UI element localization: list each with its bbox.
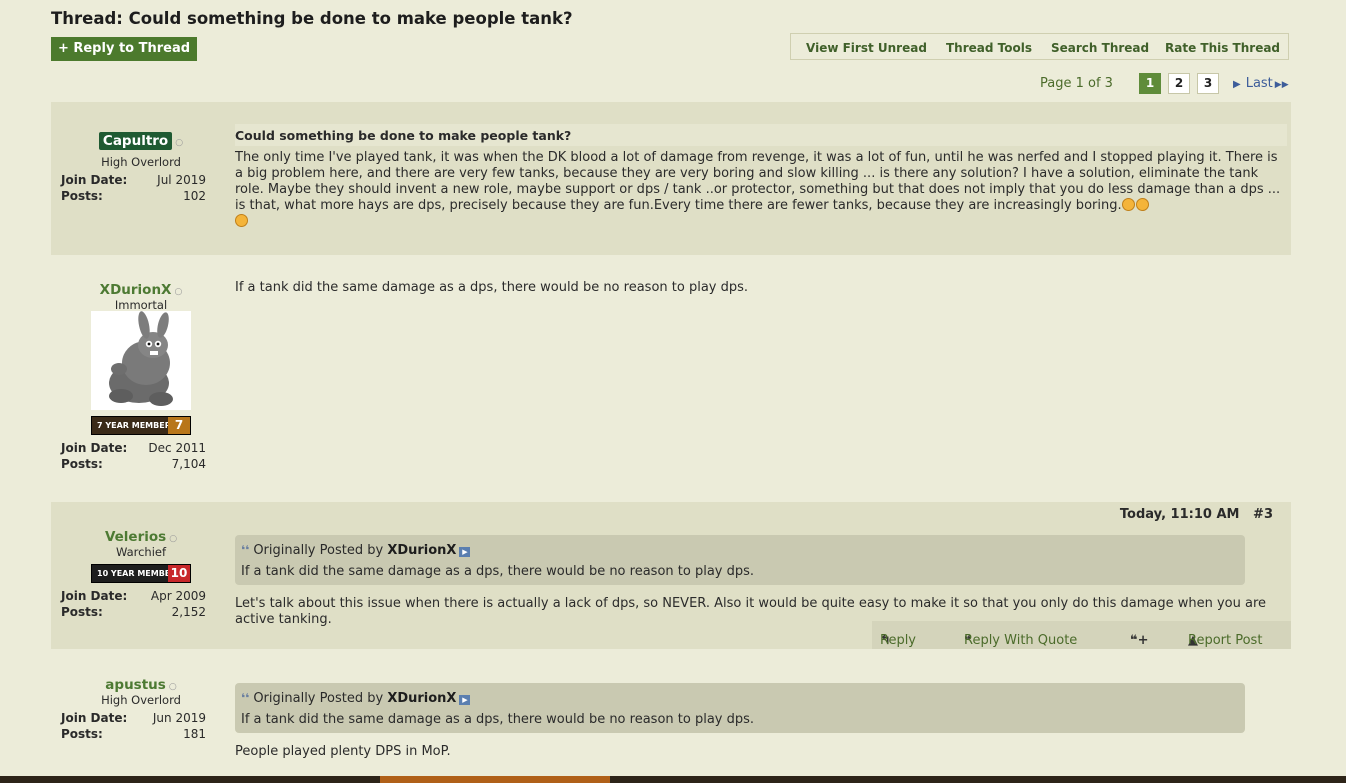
rate-thread-menu[interactable]: Rate This Thread: [1165, 41, 1280, 55]
join-date-label: Join Date:: [61, 589, 128, 603]
offline-status-icon: ○: [169, 534, 178, 544]
post-title: Could something be done to make people t…: [235, 128, 572, 143]
thread-tools-menu[interactable]: Thread Tools: [946, 41, 1032, 55]
post-body: People played plenty DPS in MoP.: [235, 744, 451, 759]
post-count-label: Posts:: [61, 189, 103, 203]
quote-icon: ❛❛: [241, 691, 250, 705]
last-page-label: Last: [1245, 76, 1273, 91]
post-1: Capultro ○ High Overlord Join Date: Jul 20…: [51, 102, 1291, 255]
smiley-tongue-icon: [1121, 198, 1135, 211]
quote-author: XDurionX: [387, 691, 457, 706]
quote-prefix: Originally Posted by: [253, 543, 384, 558]
join-date-label: Join Date:: [61, 173, 128, 187]
post-body: If a tank did the same damage as a dps, …: [235, 280, 749, 295]
quote-text: If a tank did the same damage as a dps, …: [241, 564, 755, 579]
join-date-value: Apr 2009: [150, 589, 206, 603]
thread-page: Thread: Could something be done to make …: [51, 0, 1291, 783]
post-3: Today, 11:10 AM #3 Velerios ○ Warchief 10…: [51, 502, 1291, 649]
join-date-value: Dec 2011: [148, 441, 206, 455]
post-count-value: 181: [183, 727, 206, 741]
smiley-tongue-icon: [1135, 198, 1149, 211]
quote-text: If a tank did the same damage as a dps, …: [241, 712, 755, 727]
post-count-label: Posts:: [61, 605, 103, 619]
page-label: Page 1 of 3: [1040, 76, 1113, 91]
offline-status-icon: ○: [168, 682, 177, 692]
last-page-link[interactable]: ▶ Last ▶▶: [1233, 76, 1289, 91]
post-count-label: Posts:: [61, 457, 103, 471]
reply-label: Reply: [880, 633, 917, 648]
seven-year-member-badge: 7 YEAR MEMBER 7: [91, 416, 191, 435]
double-arrow-right-icon: ▶▶: [1274, 80, 1289, 90]
badge-text: 7 YEAR MEMBER: [97, 421, 171, 430]
view-post-icon[interactable]: ▶: [459, 547, 471, 557]
ten-year-member-badge: 10 YEAR MEMBER 10: [91, 564, 191, 583]
post-body: The only time I've played tank, it was w…: [235, 150, 1285, 230]
username-text[interactable]: Capultro: [98, 132, 173, 150]
thread-toolbar: View First Unread Thread Tools Search Th…: [790, 33, 1289, 60]
username-text[interactable]: apustus: [105, 677, 166, 693]
post-count-value: 2,152: [171, 605, 206, 619]
offline-status-icon: ○: [174, 287, 183, 297]
join-date-label: Join Date:: [61, 711, 128, 725]
username[interactable]: Velerios ○: [51, 529, 231, 545]
search-thread-menu[interactable]: Search Thread: [1051, 41, 1149, 55]
join-date-value: Jun 2019: [152, 711, 206, 725]
report-post-label: Report Post: [1188, 633, 1263, 648]
page-footer-strip: [0, 776, 1346, 783]
multi-quote-icon: ❝+: [1130, 633, 1149, 648]
user-title: High Overlord: [101, 693, 181, 707]
footer-banner: [380, 776, 610, 783]
page-2-button[interactable]: 2: [1168, 73, 1190, 94]
pagination: Page 1 of 3 1 2 3 ▶ Last ▶▶: [51, 72, 1291, 96]
quote-prefix: Originally Posted by: [253, 691, 384, 706]
post-date: Today, 11:10 AM #3: [1120, 507, 1273, 522]
badge-text: 10 YEAR MEMBER: [97, 569, 177, 578]
smiley-icon: [235, 214, 248, 227]
quote-block: ❛❛ Originally Posted by XDurionX ▶ If a ta…: [235, 683, 1245, 733]
user-title: Warchief: [115, 545, 167, 559]
post-2: XDurionX ○ Immortal 7 YEAR MEMBER 7 Join…: [51, 272, 1291, 490]
quote-header: ❛❛ Originally Posted by XDurionX ▶: [241, 691, 471, 706]
post-count-label: Posts:: [61, 727, 103, 741]
view-post-icon[interactable]: ▶: [459, 695, 471, 705]
quote-block: ❛❛ Originally Posted by XDurionX ▶ If a ta…: [235, 535, 1245, 585]
reply-with-quote-label: Reply With Quote: [964, 633, 1078, 648]
username[interactable]: XDurionX ○: [51, 282, 231, 298]
quote-header: ❛❛ Originally Posted by XDurionX ▶: [241, 543, 471, 558]
post-title-bar: Could something be done to make people t…: [235, 124, 1287, 146]
thread-title: Thread: Could something be done to make …: [51, 9, 573, 28]
username-text[interactable]: Velerios: [105, 529, 166, 545]
offline-status-icon: ○: [175, 138, 184, 148]
quote-author: XDurionX: [387, 543, 457, 558]
join-date-label: Join Date:: [61, 441, 128, 455]
username-text[interactable]: XDurionX: [100, 282, 172, 298]
user-title: High Overlord: [101, 155, 181, 169]
arrow-right-icon: ▶: [1233, 79, 1241, 90]
post-4: apustus ○ High Overlord Join Date: Jun 201…: [51, 665, 1291, 776]
badge-number: 7: [168, 417, 190, 434]
user-title: Immortal: [114, 298, 168, 312]
page-3-button[interactable]: 3: [1197, 73, 1219, 94]
bunny-avatar-image: [109, 311, 173, 406]
page-1-button[interactable]: 1: [1139, 73, 1161, 94]
avatar[interactable]: [91, 311, 191, 410]
reply-to-thread-button[interactable]: + Reply to Thread: [51, 37, 197, 61]
post-number-link[interactable]: #3: [1253, 507, 1273, 522]
view-first-unread-link[interactable]: View First Unread: [806, 41, 927, 55]
username[interactable]: Capultro ○: [51, 132, 231, 150]
post-count-value: 102: [183, 189, 206, 203]
post-date-text: Today, 11:10 AM: [1119, 507, 1240, 522]
post-actions: ↰ Reply ❝ Reply With Quote ❝+ ▲ Report Post: [872, 621, 1291, 649]
join-date-value: Jul 2019: [157, 173, 206, 187]
post-count-value: 7,104: [171, 457, 206, 471]
quote-icon: ❛❛: [241, 543, 250, 557]
username[interactable]: apustus ○: [51, 677, 231, 693]
badge-number: 10: [168, 565, 190, 582]
